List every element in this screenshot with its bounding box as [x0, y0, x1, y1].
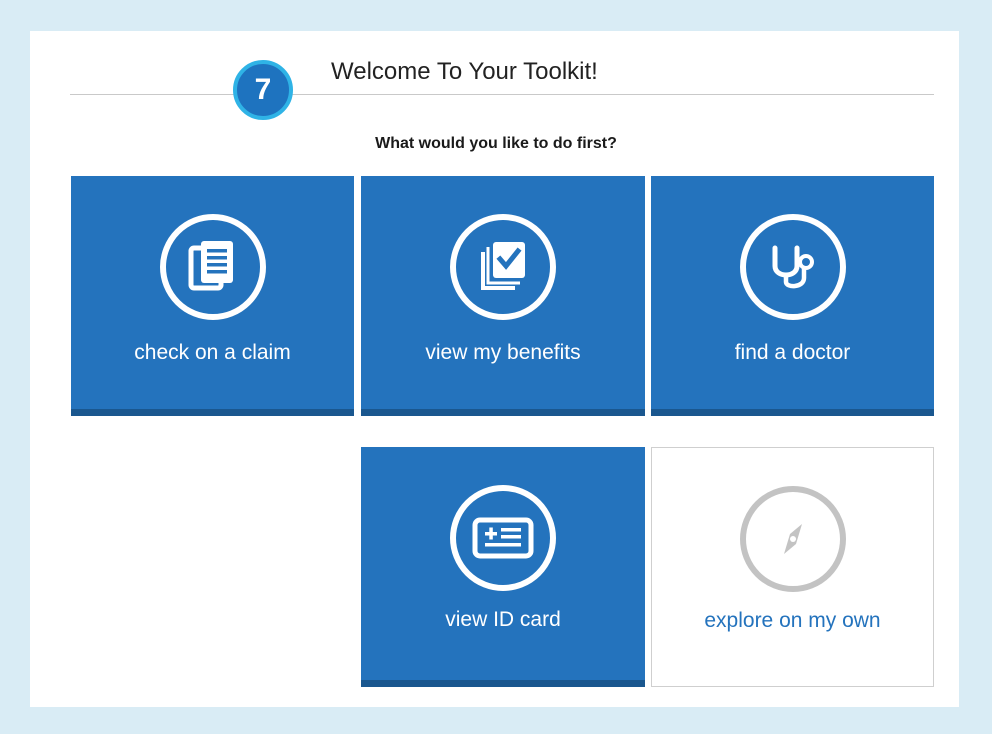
title-divider: [70, 94, 934, 95]
find-doctor-tile[interactable]: find a doctor: [651, 176, 934, 416]
compass-icon: [768, 514, 818, 564]
benefits-icon-ring: [450, 214, 556, 320]
prompt-question: What would you like to do first?: [375, 135, 617, 152]
stethoscope-icon: [766, 240, 820, 294]
explore-icon-ring: [739, 486, 846, 592]
id-card-icon: [472, 516, 534, 560]
view-benefits-tile[interactable]: view my benefits: [361, 176, 645, 416]
page-title: Welcome To Your Toolkit!: [331, 58, 598, 85]
explore-label: explore on my own: [704, 609, 881, 632]
doctor-icon-ring: [739, 214, 846, 320]
view-id-card-tile[interactable]: view ID card: [361, 447, 645, 687]
view-id-card-label: view ID card: [445, 608, 561, 631]
id-card-icon-ring: [450, 485, 556, 591]
view-benefits-label: view my benefits: [425, 341, 581, 364]
find-doctor-label: find a doctor: [734, 341, 851, 364]
explore-tile[interactable]: explore on my own: [651, 447, 934, 687]
check-claim-tile[interactable]: check on a claim: [71, 176, 354, 416]
document-stack-icon: [186, 238, 240, 296]
step-number-badge: 7: [233, 60, 293, 120]
check-claim-label: check on a claim: [134, 341, 291, 364]
claim-icon-ring: [159, 214, 266, 320]
checkbook-icon: [475, 238, 531, 296]
